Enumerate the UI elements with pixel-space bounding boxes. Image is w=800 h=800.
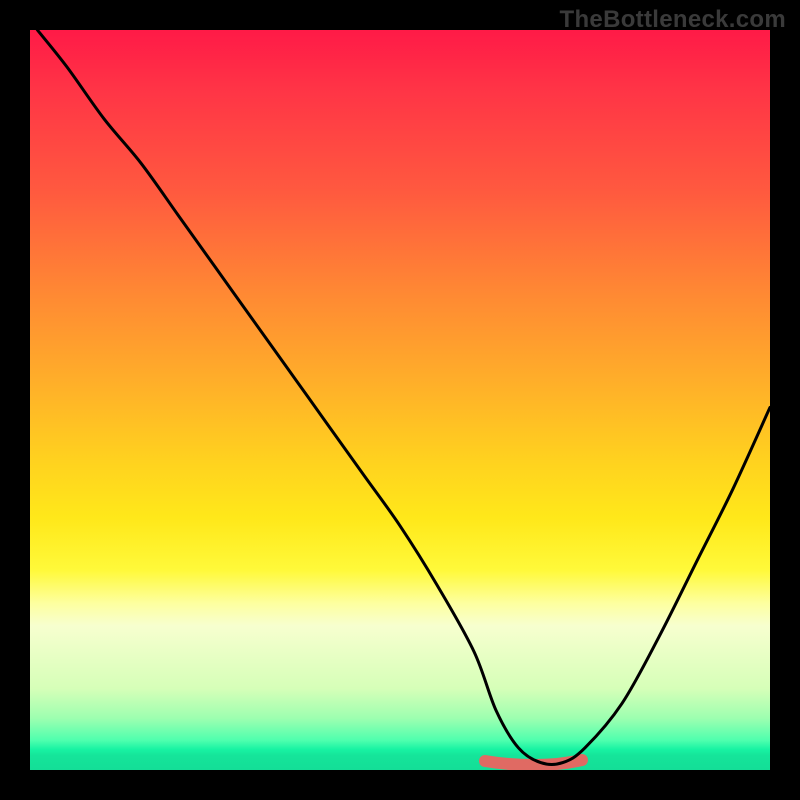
curve-layer: [30, 30, 770, 770]
watermark-text: TheBottleneck.com: [560, 6, 786, 34]
bottleneck-curve: [37, 30, 770, 764]
plot-area: [30, 30, 770, 770]
chart-frame: TheBottleneck.com: [0, 0, 800, 800]
